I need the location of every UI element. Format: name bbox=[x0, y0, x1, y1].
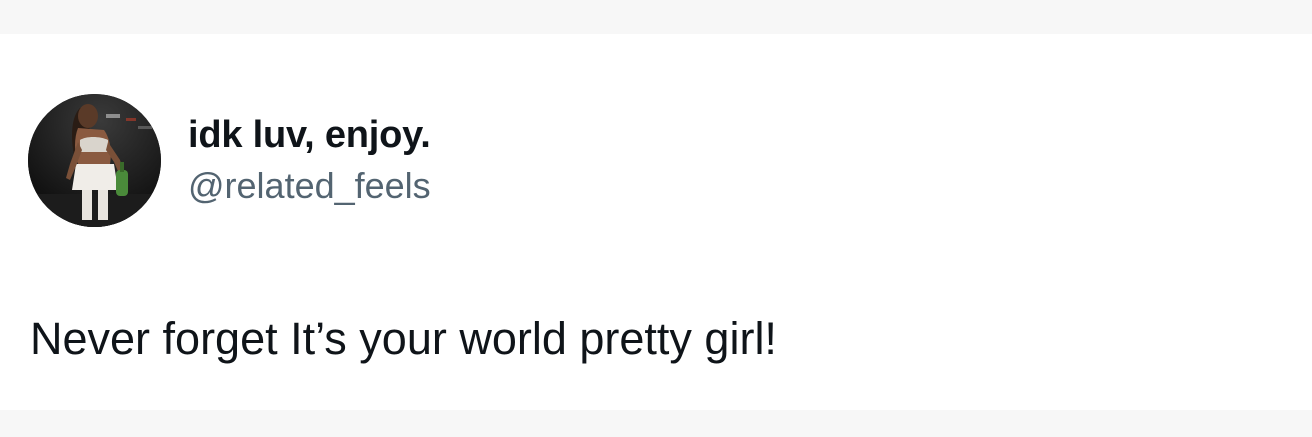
display-name[interactable]: idk luv, enjoy. bbox=[188, 112, 431, 158]
user-handle[interactable]: @related_feels bbox=[188, 164, 431, 208]
avatar[interactable] bbox=[28, 94, 161, 227]
avatar-photo-icon bbox=[28, 94, 161, 227]
tweet-text: Never forget It’s your world pretty girl… bbox=[30, 313, 777, 364]
user-info: idk luv, enjoy. @related_feels bbox=[188, 112, 431, 208]
tweet-card: idk luv, enjoy. @related_feels Never for… bbox=[0, 34, 1312, 410]
